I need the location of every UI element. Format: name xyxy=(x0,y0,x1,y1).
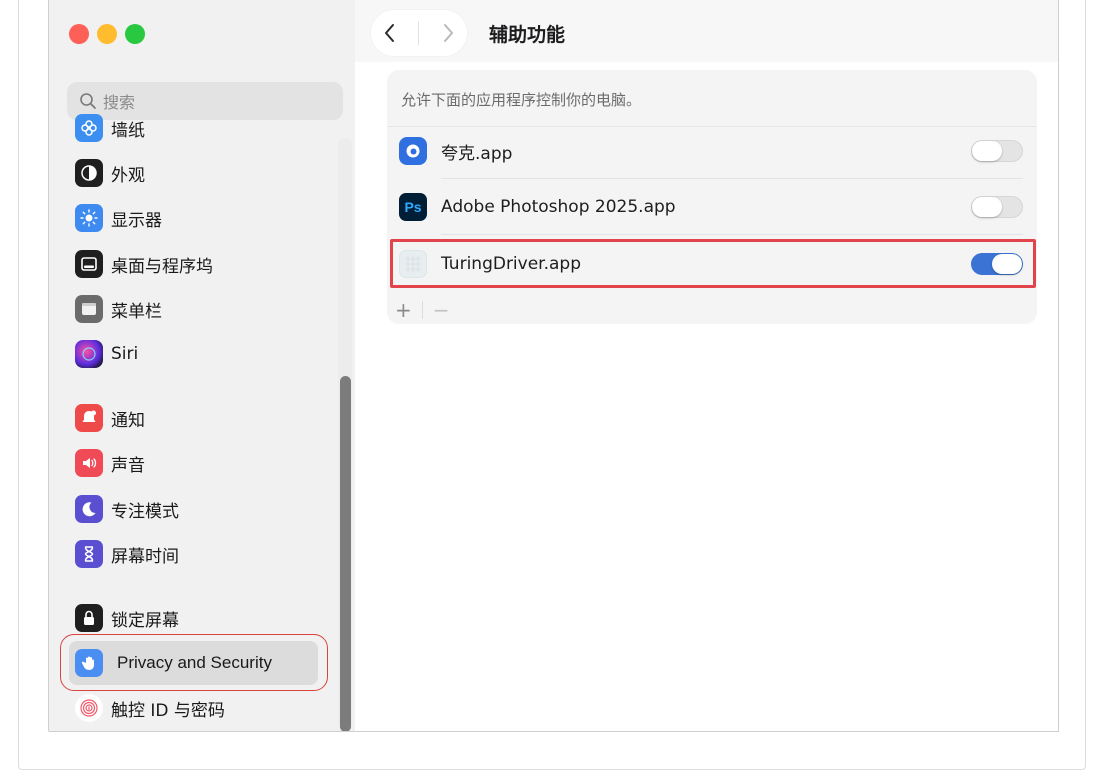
zoom-window-button[interactable] xyxy=(125,24,145,44)
sidebar: 搜索 墙纸 外观 显示器 桌面与程序坞 菜单栏 Siri 通知 声音 专注模式 … xyxy=(49,0,355,731)
settings-window: 搜索 墙纸 外观 显示器 桌面与程序坞 菜单栏 Siri 通知 声音 专注模式 … xyxy=(48,0,1059,732)
sidebar-scrollbar-thumb[interactable] xyxy=(340,376,351,731)
nav-divider xyxy=(418,21,420,45)
sidebar-item-touch-id[interactable]: 触控 ID 与密码 xyxy=(75,691,225,725)
page-title: 辅助功能 xyxy=(489,24,566,46)
notifications-icon xyxy=(75,404,103,432)
display-icon xyxy=(75,204,103,232)
app-name: 夸克.app xyxy=(441,143,513,164)
remove-app-button[interactable]: − xyxy=(433,298,450,322)
sidebar-item-label: 专注模式 xyxy=(111,501,179,522)
search-icon xyxy=(80,93,96,109)
app-permission-toggle[interactable] xyxy=(971,140,1023,162)
sidebar-item-lock-screen[interactable]: 锁定屏幕 xyxy=(75,601,179,635)
minimize-window-button[interactable] xyxy=(97,24,117,44)
sidebar-item-wallpaper[interactable]: 墙纸 xyxy=(75,111,145,145)
sidebar-item-displays[interactable]: 显示器 xyxy=(75,201,162,235)
sidebar-item-label: 触控 ID 与密码 xyxy=(111,700,225,721)
sidebar-item-focus[interactable]: 专注模式 xyxy=(75,492,179,526)
back-chevron-icon[interactable] xyxy=(381,22,399,44)
quark-icon xyxy=(399,137,427,165)
sidebar-item-sound[interactable]: 声音 xyxy=(75,446,145,480)
sidebar-item-desktop-dock[interactable]: 桌面与程序坞 xyxy=(75,247,213,281)
close-window-button[interactable] xyxy=(69,24,89,44)
sidebar-item-label: 菜单栏 xyxy=(111,301,162,322)
search-placeholder: 搜索 xyxy=(103,93,136,112)
appearance-icon xyxy=(75,159,103,187)
sidebar-item-notifications[interactable]: 通知 xyxy=(75,401,145,435)
siri-icon xyxy=(75,340,103,368)
wallpaper-icon xyxy=(75,114,103,142)
window-controls xyxy=(69,24,145,44)
add-app-button[interactable]: + xyxy=(395,298,412,322)
sidebar-item-siri[interactable]: Siri xyxy=(75,337,138,371)
sidebar-item-label: 通知 xyxy=(111,410,145,431)
sidebar-item-label: 锁定屏幕 xyxy=(111,610,179,631)
photoshop-icon: Ps xyxy=(399,193,427,221)
touch-id-icon xyxy=(75,694,103,722)
divider xyxy=(421,301,423,319)
screen-time-icon xyxy=(75,540,103,568)
toggle-knob xyxy=(972,141,1002,161)
accessibility-apps-panel: 允许下面的应用程序控制你的电脑。 夸克.app Ps Adobe Photosh… xyxy=(387,70,1037,324)
sidebar-item-privacy-security[interactable]: Privacy and Security xyxy=(75,646,272,680)
forward-chevron-icon[interactable] xyxy=(439,22,457,44)
panel-description: 允许下面的应用程序控制你的电脑。 xyxy=(401,91,642,109)
sidebar-item-label: 桌面与程序坞 xyxy=(111,256,213,277)
app-permission-toggle[interactable] xyxy=(971,196,1023,218)
sidebar-item-screen-time[interactable]: 屏幕时间 xyxy=(75,537,179,571)
toggle-knob xyxy=(972,197,1002,217)
sidebar-item-label: 墙纸 xyxy=(111,120,145,141)
privacy-hand-icon xyxy=(75,649,103,677)
focus-icon xyxy=(75,495,103,523)
lock-screen-icon xyxy=(75,604,103,632)
sidebar-item-label: Siri xyxy=(111,344,139,364)
divider xyxy=(441,234,1023,235)
sidebar-item-menubar[interactable]: 菜单栏 xyxy=(75,292,162,326)
sidebar-item-label: 声音 xyxy=(111,455,145,476)
app-row-quark: 夸克.app xyxy=(387,123,1037,179)
app-name: Adobe Photoshop 2025.app xyxy=(441,197,676,217)
navigation-buttons xyxy=(371,10,467,56)
sidebar-item-label: 屏幕时间 xyxy=(111,546,179,567)
dock-icon xyxy=(75,250,103,278)
main-content: 辅助功能 允许下面的应用程序控制你的电脑。 夸克.app Ps Adobe Ph… xyxy=(355,0,1058,731)
sidebar-item-appearance[interactable]: 外观 xyxy=(75,156,145,190)
menubar-icon xyxy=(75,295,103,323)
sidebar-item-label: 外观 xyxy=(111,165,145,186)
add-remove-controls: + − xyxy=(395,298,450,322)
highlight-annotation xyxy=(390,239,1036,288)
sidebar-item-label: 显示器 xyxy=(111,210,162,231)
app-row-photoshop: Ps Adobe Photoshop 2025.app xyxy=(387,179,1037,235)
sidebar-item-label: Privacy and Security xyxy=(117,653,272,672)
sound-icon xyxy=(75,449,103,477)
